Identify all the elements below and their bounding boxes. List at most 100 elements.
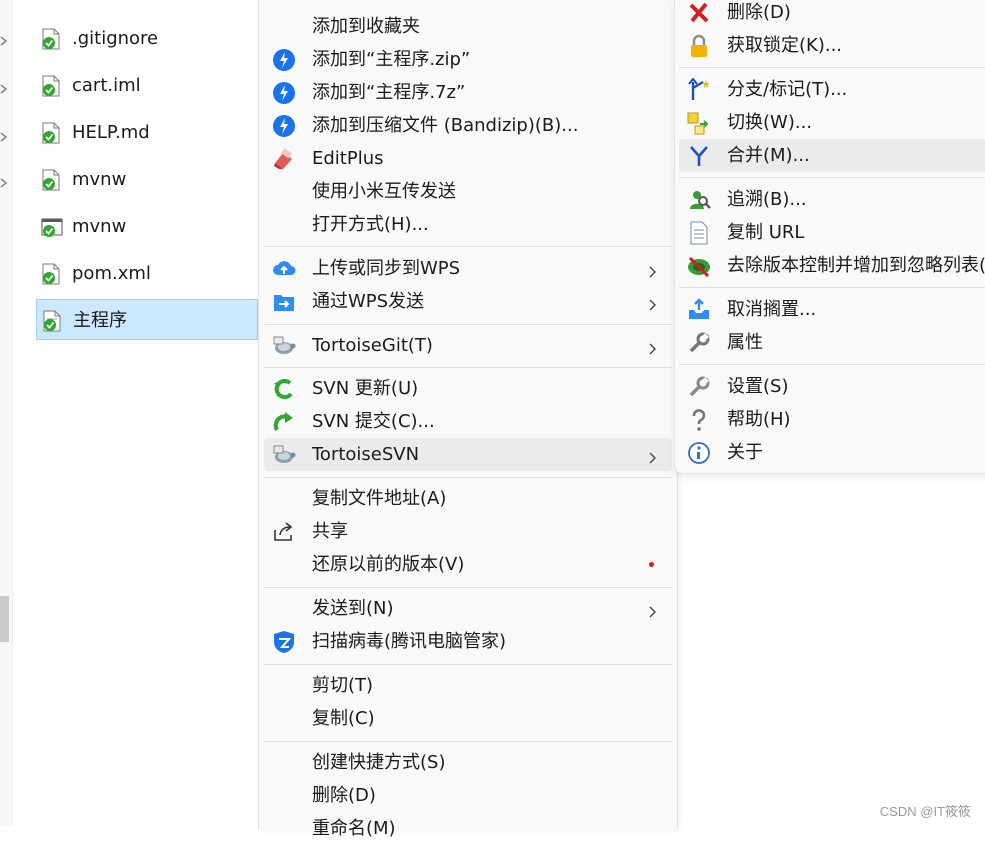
menu-item-label: 帮助(H) (727, 409, 791, 430)
wps-cloud-upload-icon (272, 257, 296, 281)
menu-item-scan-virus[interactable]: 扫描病毒(腾讯电脑管家) (264, 625, 672, 658)
menu-item-label: 复制(C) (312, 708, 375, 729)
submenu-item-help[interactable]: 帮助(H) (679, 403, 985, 436)
submenu-item-unversion-ignore[interactable]: 去除版本控制并增加到忽略列表(I) (679, 249, 985, 282)
chevron-right-icon (649, 449, 657, 464)
menu-item-label: 去除版本控制并增加到忽略列表(I) (727, 255, 985, 276)
file-item[interactable]: cart.iml (36, 65, 258, 106)
menu-separator (679, 67, 985, 68)
help-icon (687, 408, 711, 432)
submenu-item-blame[interactable]: 追溯(B)... (679, 183, 985, 216)
menu-item-label: 属性 (727, 332, 763, 353)
submenu-item-get-lock[interactable]: 获取锁定(K)... (679, 29, 985, 62)
chevron-right-icon (649, 603, 657, 618)
chevron-right-icon[interactable] (0, 132, 7, 142)
lock-icon (687, 34, 711, 58)
file-svn-ok-icon (42, 310, 62, 332)
submenu-item-about[interactable]: 关于 (679, 436, 985, 469)
menu-separator (264, 367, 672, 368)
chevron-right-icon[interactable] (0, 178, 7, 188)
file-name: .gitignore (72, 28, 159, 49)
tortoisesvn-submenu: 删除(D) 获取锁定(K)... 分支/标记(T)... 切换(W)... 合并… (674, 0, 985, 474)
settings-wrench-icon (687, 375, 711, 399)
scrollbar-thumb[interactable] (0, 596, 9, 642)
menu-item-label: SVN 提交(C)... (312, 411, 435, 432)
menu-item-label: 使用小米互传发送 (312, 181, 456, 202)
red-dot-icon (649, 562, 654, 567)
menu-separator (264, 664, 672, 665)
menu-item-rename[interactable]: 重命名(M) (264, 812, 672, 845)
file-item[interactable]: HELP.md (36, 112, 258, 153)
delete-x-icon (687, 1, 711, 25)
chevron-right-icon[interactable] (0, 36, 7, 46)
file-svn-ok-icon (41, 122, 61, 144)
file-svn-ok-icon (41, 75, 61, 97)
file-item[interactable]: pom.xml (36, 253, 258, 294)
menu-item-tortoisegit[interactable]: TortoiseGit(T) (264, 329, 672, 362)
menu-item-label: 关于 (727, 442, 763, 463)
submenu-item-properties[interactable]: 属性 (679, 326, 985, 359)
menu-separator (264, 324, 672, 325)
menu-item-label: 取消搁置... (727, 299, 817, 320)
file-name: cart.iml (72, 75, 141, 96)
file-svn-ok-icon (41, 263, 61, 285)
menu-item-label: 追溯(B)... (727, 189, 807, 210)
menu-item-svn-commit[interactable]: SVN 提交(C)... (264, 405, 672, 438)
menu-item-restore-versions[interactable]: 还原以前的版本(V) (264, 548, 672, 581)
submenu-item-copy-url[interactable]: 复制 URL (679, 216, 985, 249)
submenu-item-unshelve[interactable]: 取消搁置... (679, 293, 985, 326)
unshelve-icon (687, 298, 711, 322)
menu-item-label: TortoiseSVN (312, 444, 420, 465)
menu-item-open-with[interactable]: 打开方式(H)... (264, 208, 672, 241)
file-item[interactable]: mvnw (36, 159, 258, 200)
submenu-item-delete[interactable]: 删除(D) (679, 0, 985, 29)
menu-separator (679, 177, 985, 178)
menu-item-label: 发送到(N) (312, 598, 394, 619)
submenu-item-branch-tag[interactable]: 分支/标记(T)... (679, 73, 985, 106)
submenu-item-switch[interactable]: 切换(W)... (679, 106, 985, 139)
menu-item-add-to-favorites[interactable]: 添加到收藏夹 (264, 10, 672, 43)
wps-send-icon (272, 290, 296, 314)
menu-item-copy-path[interactable]: 复制文件地址(A) (264, 482, 672, 515)
menu-item-label: SVN 更新(U) (312, 378, 419, 399)
menu-item-share[interactable]: 共享 (264, 515, 672, 548)
submenu-item-merge[interactable]: 合并(M)... (679, 139, 985, 172)
chevron-right-icon[interactable] (0, 84, 7, 94)
menu-item-xiaomi-share[interactable]: 使用小米互传发送 (264, 175, 672, 208)
context-menu: 添加到收藏夹 添加到“主程序.zip” 添加到“主程序.7z” 添加到压缩文件 … (258, 0, 678, 839)
about-info-icon (687, 441, 711, 465)
submenu-item-settings[interactable]: 设置(S) (679, 370, 985, 403)
file-item[interactable]: .gitignore (36, 18, 258, 59)
menu-item-cut[interactable]: 剪切(T) (264, 669, 672, 702)
bandizip-icon (272, 81, 296, 105)
ignore-icon (687, 254, 711, 278)
menu-item-wps-send[interactable]: 通过WPS发送 (264, 285, 672, 318)
menu-item-label: 打开方式(H)... (312, 214, 429, 235)
switch-icon (687, 111, 711, 135)
menu-item-editplus[interactable]: EditPlus (264, 142, 672, 175)
menu-item-tortoisesvn[interactable]: TortoiseSVN (264, 438, 672, 471)
tencent-shield-icon (272, 630, 296, 654)
menu-item-add-to-7z[interactable]: 添加到“主程序.7z” (264, 76, 672, 109)
menu-item-add-to-archive[interactable]: 添加到压缩文件 (Bandizip)(B)... (264, 109, 672, 142)
menu-item-send-to[interactable]: 发送到(N) (264, 592, 672, 625)
tortoisesvn-icon (272, 443, 296, 467)
file-item[interactable]: mvnw (36, 206, 258, 247)
menu-item-label: 添加到收藏夹 (312, 16, 420, 37)
menu-item-label: 通过WPS发送 (312, 291, 425, 312)
copy-url-icon (687, 221, 711, 245)
menu-item-add-to-zip[interactable]: 添加到“主程序.zip” (264, 43, 672, 76)
menu-item-svn-update[interactable]: SVN 更新(U) (264, 372, 672, 405)
file-item-selected[interactable]: 主程序 (36, 299, 258, 340)
script-svn-ok-icon (41, 216, 63, 238)
menu-item-wps-upload[interactable]: 上传或同步到WPS (264, 252, 672, 285)
menu-item-delete[interactable]: 删除(D) (264, 779, 672, 812)
file-list: .gitignore cart.iml HELP.md mvnw mvnw po… (36, 0, 258, 826)
menu-item-create-shortcut[interactable]: 创建快捷方式(S) (264, 746, 672, 779)
watermark: CSDN @IT筱筱 (879, 804, 971, 819)
menu-item-copy[interactable]: 复制(C) (264, 702, 672, 735)
menu-item-label: 切换(W)... (727, 112, 813, 133)
menu-item-label: 合并(M)... (727, 145, 810, 166)
file-name: pom.xml (72, 263, 151, 284)
chevron-right-icon (649, 296, 657, 311)
